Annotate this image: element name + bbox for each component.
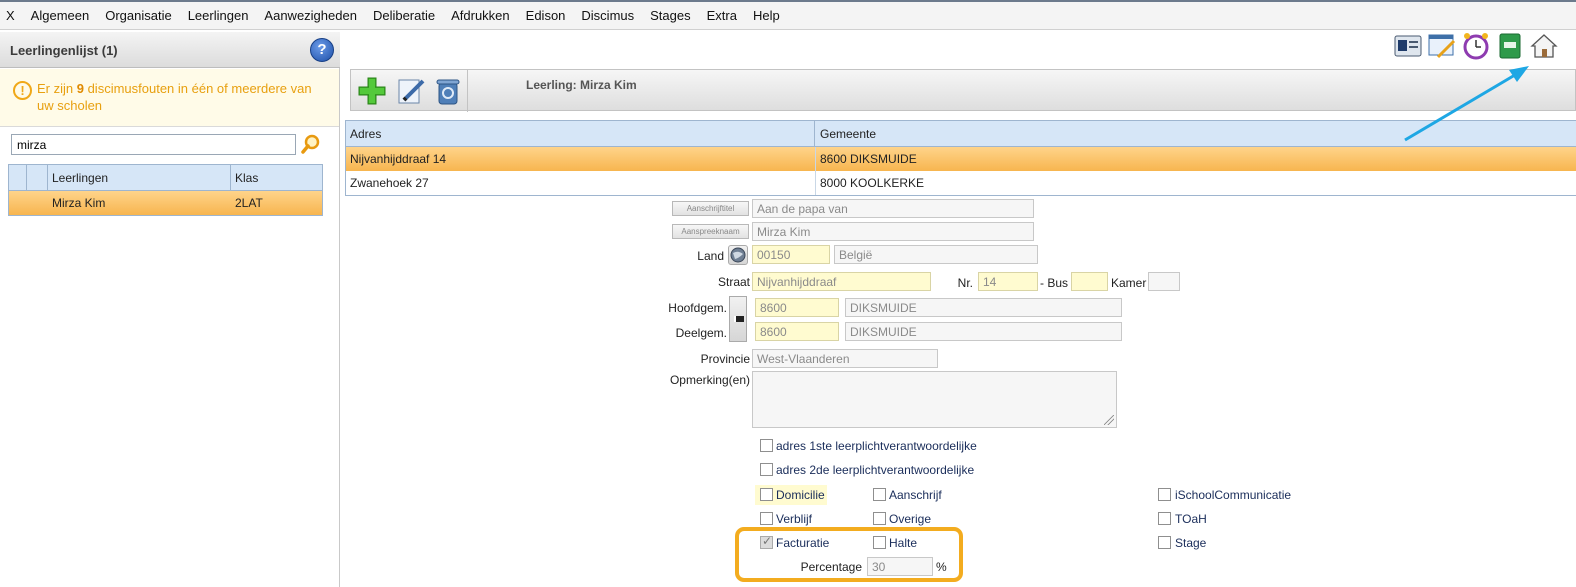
- land-name-field[interactable]: België: [834, 245, 1038, 264]
- cb-1ste-leerplicht-label: adres 1ste leerplichtverantwoordelijke: [776, 439, 977, 453]
- cb-aanschrijf[interactable]: [873, 488, 886, 501]
- cb-stage-label: Stage: [1175, 536, 1207, 550]
- aanspreeknaam-field[interactable]: Mirza Kim: [752, 222, 1034, 241]
- cb-overige-label: Overige: [889, 512, 932, 526]
- cb-stage[interactable]: [1158, 536, 1171, 549]
- cb-domicilie[interactable]: [760, 488, 773, 501]
- aanspreeknaam-button[interactable]: Aanspreeknaam: [672, 224, 749, 239]
- nr-field[interactable]: 14: [978, 272, 1038, 291]
- cb-ischoolcommunicatie-label: iSchoolCommunicatie: [1175, 488, 1292, 502]
- kamer-field[interactable]: [1148, 272, 1180, 291]
- cb-toah-label: TOaH: [1175, 512, 1207, 526]
- land-code-field[interactable]: 00150: [752, 245, 830, 264]
- bus-field[interactable]: [1071, 272, 1108, 291]
- aanschrijftitel-button[interactable]: Aanschrijftitel: [672, 201, 749, 216]
- cb-2de-leerplicht[interactable]: [760, 463, 773, 476]
- cb-verblijf[interactable]: [760, 512, 773, 525]
- land-label: Land: [697, 249, 724, 263]
- provincie-field[interactable]: West-Vlaanderen: [752, 349, 938, 368]
- hoofdgem-label: Hoofdgem.: [668, 301, 727, 315]
- bus-label: - Bus: [1039, 276, 1068, 290]
- cb-2de-leerplicht-label: adres 2de leerplichtverantwoordelijke: [776, 463, 975, 477]
- straat-field[interactable]: Nijvanhijddraaf: [752, 272, 931, 291]
- opmerking-textarea[interactable]: [752, 371, 1117, 428]
- provincie-label: Provincie: [700, 352, 750, 366]
- hoofdgem-name-field[interactable]: DIKSMUIDE: [845, 298, 1122, 317]
- annotation-arrow-icon: [1404, 66, 1529, 142]
- address-form: Aanschrijftitel Aan de papa van Aanspree…: [0, 0, 1576, 587]
- straat-label: Straat: [717, 275, 750, 289]
- aanschrijftitel-field[interactable]: Aan de papa van: [752, 199, 1034, 218]
- cb-ischoolcommunicatie[interactable]: [1158, 488, 1171, 501]
- cb-toah[interactable]: [1158, 512, 1171, 525]
- cb-verblijf-label: Verblijf: [776, 512, 813, 526]
- nr-label: Nr.: [957, 276, 973, 290]
- facturatie-highlight-box: [735, 527, 963, 582]
- kamer-label: Kamer: [1111, 276, 1147, 290]
- deelgem-code-field[interactable]: 8600: [755, 322, 839, 341]
- cb-domicilie-label: Domicilie: [776, 488, 825, 502]
- deelgem-name-field[interactable]: DIKSMUIDE: [845, 322, 1122, 341]
- resize-grip-icon[interactable]: [1104, 415, 1114, 425]
- hoofdgem-code-field[interactable]: 8600: [755, 298, 839, 317]
- globe-icon[interactable]: [728, 245, 748, 265]
- opmerking-label: Opmerking(en): [669, 373, 750, 387]
- deelgem-label: Deelgem.: [675, 326, 727, 340]
- cb-overige[interactable]: [873, 512, 886, 525]
- postcode-lookup-button[interactable]: [729, 296, 747, 342]
- cb-1ste-leerplicht[interactable]: [760, 439, 773, 452]
- cb-aanschrijf-label: Aanschrijf: [889, 488, 942, 502]
